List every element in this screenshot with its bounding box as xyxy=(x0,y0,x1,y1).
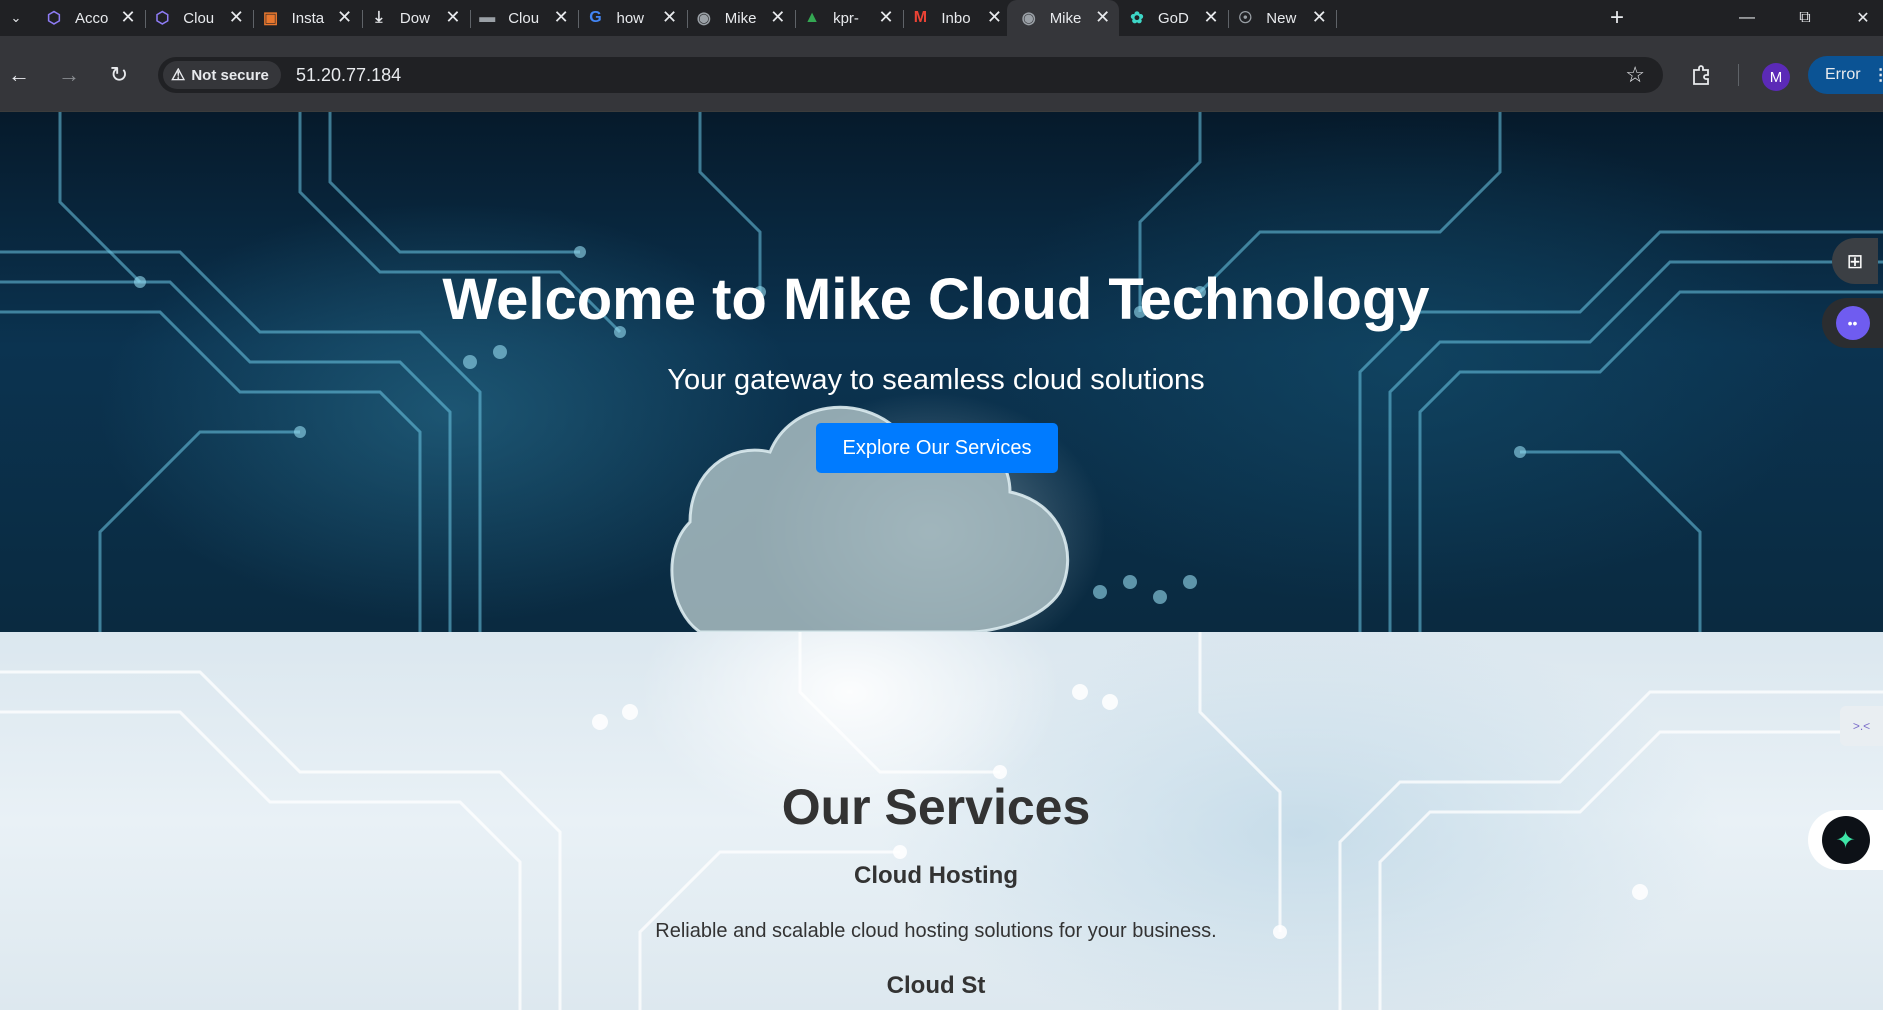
site-security-chip[interactable]: ⚠ Not secure xyxy=(163,61,281,89)
browser-tab[interactable]: Ghow ✕ xyxy=(586,0,688,36)
tab-separator xyxy=(903,10,905,28)
browser-tab[interactable]: ▣ Insta ✕ xyxy=(261,0,363,36)
back-arrow-icon[interactable]: ← xyxy=(4,60,34,90)
tab-close-icon[interactable]: ✕ xyxy=(984,7,1004,27)
tab-strip: ⌄ ⬡ Acco ✕ ⬡ Clou ✕ ▣ Insta ✕ ⤓ Dow ✕ ▬ Clou ✕ Ghow ✕ ◉ Mi… xyxy=(0,0,1883,36)
tab-close-icon[interactable]: ✕ xyxy=(1201,7,1221,27)
tab-close-icon[interactable]: ✕ xyxy=(335,7,355,27)
tab-close-icon[interactable]: ✕ xyxy=(226,7,246,27)
tab-title: New xyxy=(1266,9,1297,27)
side-mini-widget-icon[interactable]: >.< xyxy=(1840,706,1883,746)
tab-search-chevron-icon[interactable]: ⌄ xyxy=(4,6,28,30)
chrome-icon: ☉ xyxy=(1238,10,1253,27)
extensions-puzzle-icon[interactable] xyxy=(1688,62,1714,88)
tab-title: how xyxy=(616,9,645,27)
explore-services-button[interactable]: Explore Our Services xyxy=(816,423,1058,473)
service-title-cloud-storage: Cloud St xyxy=(886,972,986,999)
tab-title: GoD xyxy=(1158,9,1189,27)
restore-window-icon[interactable]: ⧉ xyxy=(1776,0,1834,36)
instance-icon: ▣ xyxy=(263,10,279,27)
sparkle-icon: ✦ xyxy=(1821,816,1870,864)
error-label: Error xyxy=(1825,66,1861,83)
cube-icon: ⬡ xyxy=(47,10,61,27)
tab-separator xyxy=(1228,10,1229,28)
tab-title: Clou xyxy=(183,9,215,27)
tab-separator xyxy=(145,10,146,28)
side-spark-widget[interactable]: ✦ xyxy=(1808,810,1883,870)
tab-title: Mike xyxy=(1049,9,1082,27)
close-window-icon[interactable]: ✕ xyxy=(1834,0,1883,36)
reload-icon[interactable]: ↻ xyxy=(104,60,134,90)
globe-icon: ◉ xyxy=(1021,10,1036,27)
globe-icon: ◉ xyxy=(696,10,711,27)
tab-close-icon[interactable]: ✕ xyxy=(118,7,138,27)
browser-toolbar: ← → ↻ ⚠ Not secure 51.20.77.184 ☆ M Erro… xyxy=(0,36,1883,112)
tab-title: Clou xyxy=(508,9,540,27)
browser-error-button[interactable]: Error ⋮ xyxy=(1808,56,1883,94)
services-section: Our Services Cloud Hosting Reliable and … xyxy=(0,632,1883,1010)
tab-close-icon[interactable]: ✕ xyxy=(768,7,788,27)
browser-tab[interactable]: ☉ New ✕ xyxy=(1235,0,1338,36)
gmail-icon: M xyxy=(913,9,928,26)
tab-title: Insta xyxy=(291,9,325,27)
tab-close-icon[interactable]: ✕ xyxy=(443,7,463,27)
bookmark-star-icon[interactable]: ☆ xyxy=(1625,62,1645,88)
hero-section: Welcome to Mike Cloud Technology Your ga… xyxy=(0,112,1883,632)
drive-icon: ▲ xyxy=(804,9,821,26)
tab-separator xyxy=(578,10,580,28)
address-bar[interactable]: ⚠ Not secure 51.20.77.184 ☆ xyxy=(158,57,1663,93)
web-page: Welcome to Mike Cloud Technology Your ga… xyxy=(0,112,1883,1010)
tab-separator xyxy=(469,10,471,28)
profile-avatar[interactable]: M xyxy=(1762,63,1790,91)
tab-title: kpr- xyxy=(833,9,859,27)
service-description-cloud-hosting: Reliable and scalable cloud hosting solu… xyxy=(655,920,1217,942)
url-text[interactable]: 51.20.77.184 xyxy=(296,65,401,86)
minimize-window-icon[interactable]: — xyxy=(1718,0,1776,36)
toolbar-separator xyxy=(1738,64,1739,86)
tab-separator xyxy=(361,10,363,28)
side-apps-grid-icon[interactable]: ⊞ xyxy=(1832,238,1878,284)
bot-face-icon: •• xyxy=(1835,306,1870,340)
tab-close-icon[interactable]: ✕ xyxy=(660,7,680,27)
tab-separator xyxy=(686,10,688,28)
menu-kebab-icon: ⋮ xyxy=(1872,67,1883,84)
browser-tab[interactable]: ◉ Mike ✕ xyxy=(1006,0,1119,36)
browser-tab[interactable]: M Inbo ✕ xyxy=(910,0,1013,36)
tab-separator xyxy=(253,10,255,28)
side-assistant-bot[interactable]: •• xyxy=(1822,298,1883,348)
tab-title: Inbo xyxy=(941,9,971,27)
tab-close-icon[interactable]: ✕ xyxy=(1093,7,1113,27)
folder-icon: ▬ xyxy=(479,9,496,26)
service-title-cloud-hosting: Cloud Hosting xyxy=(854,862,1018,889)
hero-title: Welcome to Mike Cloud Technology xyxy=(442,267,1430,332)
cube-icon: ⬡ xyxy=(155,10,170,27)
tab-close-icon[interactable]: ✕ xyxy=(551,7,571,27)
browser-tab[interactable]: ◉ Mike ✕ xyxy=(694,0,796,36)
tab-close-icon[interactable]: ✕ xyxy=(1309,7,1329,27)
tab-separator xyxy=(794,10,796,28)
download-icon: ⤓ xyxy=(375,9,383,26)
tab-title: Acco xyxy=(75,9,109,27)
services-heading: Our Services xyxy=(781,779,1091,835)
new-tab-plus-icon[interactable]: + xyxy=(1605,4,1629,31)
security-label: Not secure xyxy=(191,66,269,84)
hero-subtitle: Your gateway to seamless cloud solutions xyxy=(667,364,1205,396)
tab-separator xyxy=(1336,10,1338,28)
browser-tab[interactable]: ✿ GoD ✕ xyxy=(1127,0,1229,36)
browser-tab[interactable]: ▲ kpr- ✕ xyxy=(802,0,905,36)
warning-triangle-icon: ⚠ xyxy=(171,67,186,84)
google-icon: G xyxy=(589,9,602,26)
browser-tab[interactable]: ▬ Clou ✕ xyxy=(477,0,580,36)
tab-title: Dow xyxy=(399,9,430,27)
forward-arrow-icon[interactable]: → xyxy=(54,60,84,90)
browser-tab[interactable]: ⤓ Dow ✕ xyxy=(369,0,471,36)
godaddy-icon: ✿ xyxy=(1130,10,1144,27)
browser-tab[interactable]: ⬡ Clou ✕ xyxy=(152,0,255,36)
tab-close-icon[interactable]: ✕ xyxy=(876,7,896,27)
tab-title: Mike xyxy=(724,9,757,27)
browser-tab[interactable]: ⬡ Acco ✕ xyxy=(44,0,146,36)
